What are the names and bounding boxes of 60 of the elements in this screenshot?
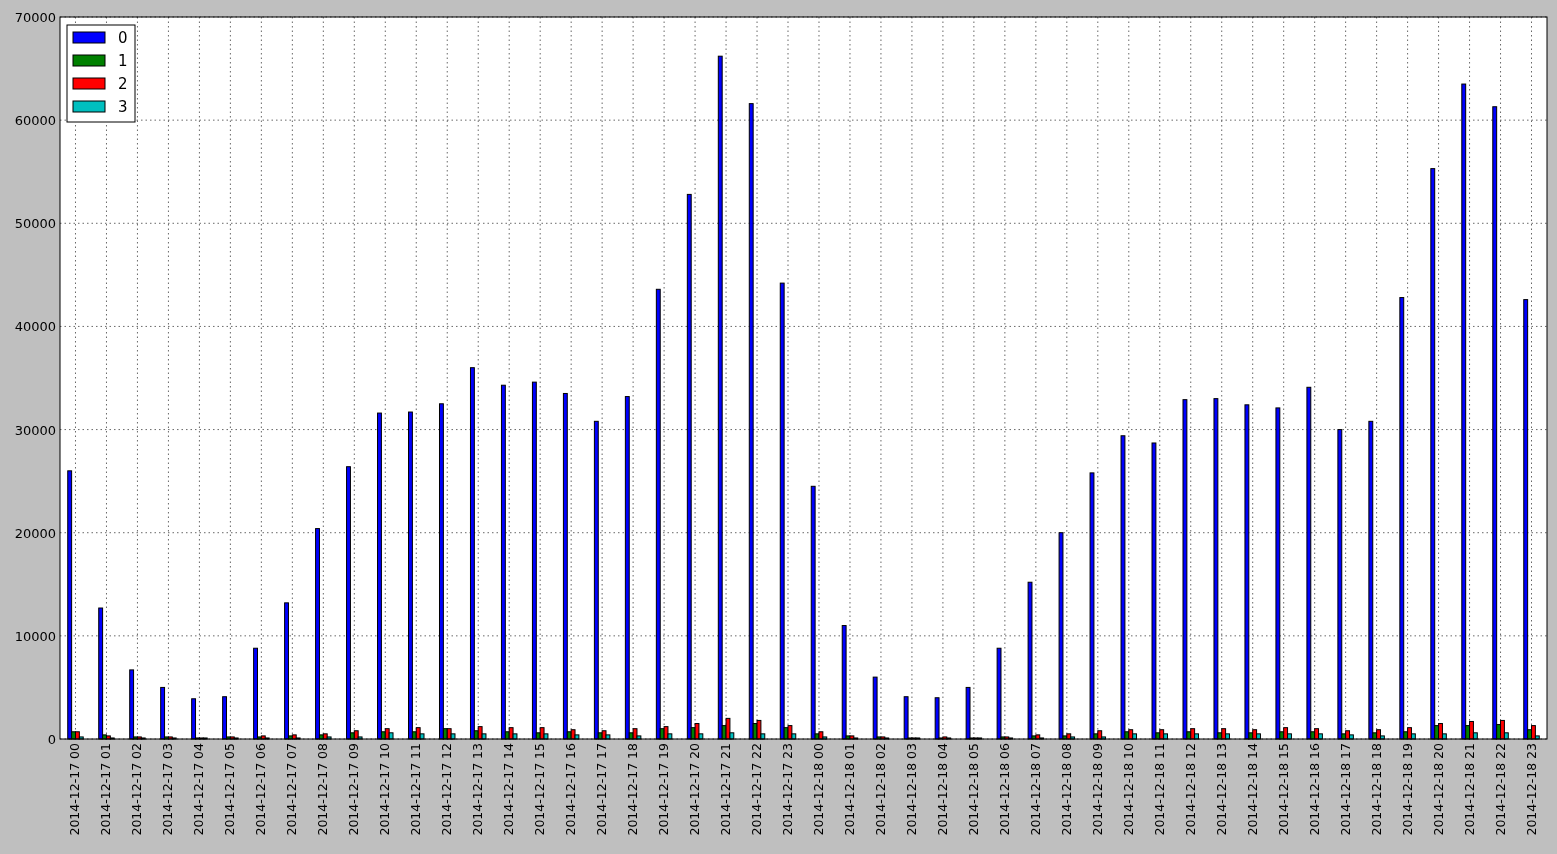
legend-label: 2 (118, 75, 128, 93)
x-tick-label: 2014-12-17 10 (377, 743, 393, 836)
x-tick-label: 2014-12-17 03 (160, 743, 176, 836)
x-tick-label: 2014-12-18 05 (965, 743, 981, 836)
x-tick-label: 2014-12-18 23 (1523, 743, 1539, 836)
x-tick-label: 2014-12-17 16 (563, 743, 579, 836)
x-tick-label: 2014-12-17 21 (718, 743, 734, 836)
x-tick-label: 2014-12-18 09 (1089, 743, 1105, 836)
x-tick-label: 2014-12-18 08 (1058, 743, 1074, 836)
x-tick-label: 2014-12-18 16 (1306, 743, 1322, 836)
x-tick-label: 2014-12-18 00 (811, 743, 826, 836)
x-tick-label: 2014-12-17 07 (284, 743, 300, 836)
x-tick-label: 2014-12-18 04 (934, 743, 950, 836)
y-tick-label: 60000 (14, 113, 56, 129)
x-tick-label: 2014-12-17 09 (346, 743, 362, 836)
legend-label: 0 (118, 29, 128, 47)
y-tick-label: 0 (47, 732, 56, 747)
x-tick-label: 2014-12-18 02 (872, 743, 888, 836)
x-tick-label: 2014-12-17 15 (532, 743, 548, 836)
x-tick-label: 2014-12-17 06 (253, 743, 269, 836)
x-tick-label: 2014-12-17 04 (191, 743, 207, 836)
x-tick-label: 2014-12-18 14 (1244, 743, 1260, 836)
y-tick-label: 40000 (14, 319, 56, 335)
x-tick-label: 2014-12-18 18 (1368, 743, 1384, 836)
x-tick-label: 2014-12-17 17 (594, 743, 610, 836)
y-tick-label: 50000 (14, 216, 56, 232)
x-tick-label: 2014-12-17 19 (656, 743, 672, 836)
x-tick-label: 2014-12-17 00 (67, 743, 83, 836)
x-tick-label: 2014-12-18 19 (1399, 743, 1415, 836)
x-tick-label: 2014-12-17 14 (501, 743, 517, 836)
x-tick-label: 2014-12-18 17 (1337, 743, 1353, 836)
x-tick-label: 2014-12-17 05 (222, 743, 238, 836)
x-tick-label: 2014-12-18 20 (1430, 743, 1446, 836)
x-tick-label: 2014-12-18 07 (1027, 743, 1043, 836)
x-tick-label: 2014-12-17 18 (625, 743, 641, 836)
x-tick-label: 2014-12-17 08 (315, 743, 331, 836)
x-tick-label: 2014-12-18 01 (841, 743, 857, 836)
x-tick-label: 2014-12-17 02 (129, 743, 145, 836)
x-tick-label: 2014-12-17 23 (780, 743, 795, 836)
y-tick-label: 10000 (14, 628, 56, 644)
x-tick-label: 2014-12-17 20 (687, 743, 703, 836)
x-tick-label: 2014-12-18 15 (1275, 743, 1291, 836)
x-tick-label: 2014-12-18 13 (1213, 743, 1229, 836)
x-tick-label: 2014-12-18 12 (1182, 743, 1198, 836)
y-tick-label: 70000 (14, 10, 56, 25)
x-tick-label: 2014-12-17 12 (439, 743, 455, 836)
x-tick-label: 2014-12-17 01 (98, 743, 114, 836)
x-tick-label: 2014-12-18 11 (1151, 743, 1167, 836)
x-tick-label: 2014-12-18 10 (1120, 743, 1136, 836)
x-tick-label: 2014-12-17 13 (470, 743, 486, 836)
x-tick-label: 2014-12-17 11 (408, 743, 424, 836)
legend-label: 1 (118, 52, 128, 70)
x-tick-label: 2014-12-18 03 (903, 743, 919, 836)
x-tick-label: 2014-12-17 22 (749, 743, 765, 836)
y-tick-label: 30000 (14, 422, 56, 438)
y-tick-label: 20000 (14, 525, 56, 541)
x-tick-label: 2014-12-18 22 (1492, 743, 1508, 836)
x-tick-label: 2014-12-18 06 (996, 743, 1012, 836)
x-tick-label: 2014-12-18 21 (1461, 743, 1477, 836)
legend-label: 3 (118, 98, 128, 116)
